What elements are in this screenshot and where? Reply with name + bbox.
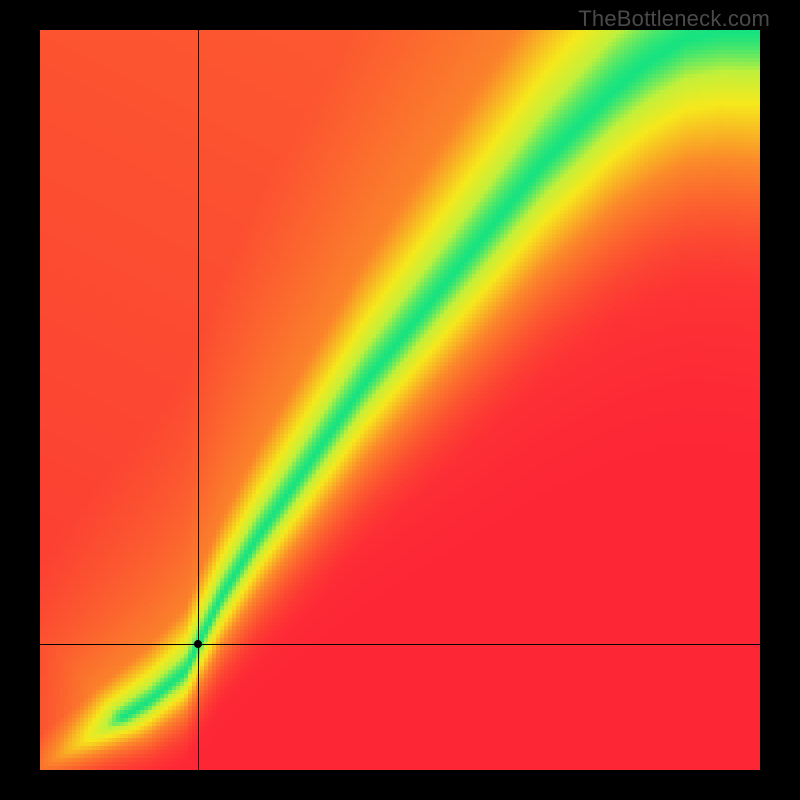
- heatmap-canvas: [40, 30, 760, 770]
- heatmap-plot: [40, 30, 760, 770]
- crosshair-marker: [194, 640, 202, 648]
- crosshair-vertical: [198, 30, 199, 770]
- crosshair-horizontal: [40, 644, 760, 645]
- image-frame: TheBottleneck.com: [0, 0, 800, 800]
- watermark-text: TheBottleneck.com: [578, 6, 770, 32]
